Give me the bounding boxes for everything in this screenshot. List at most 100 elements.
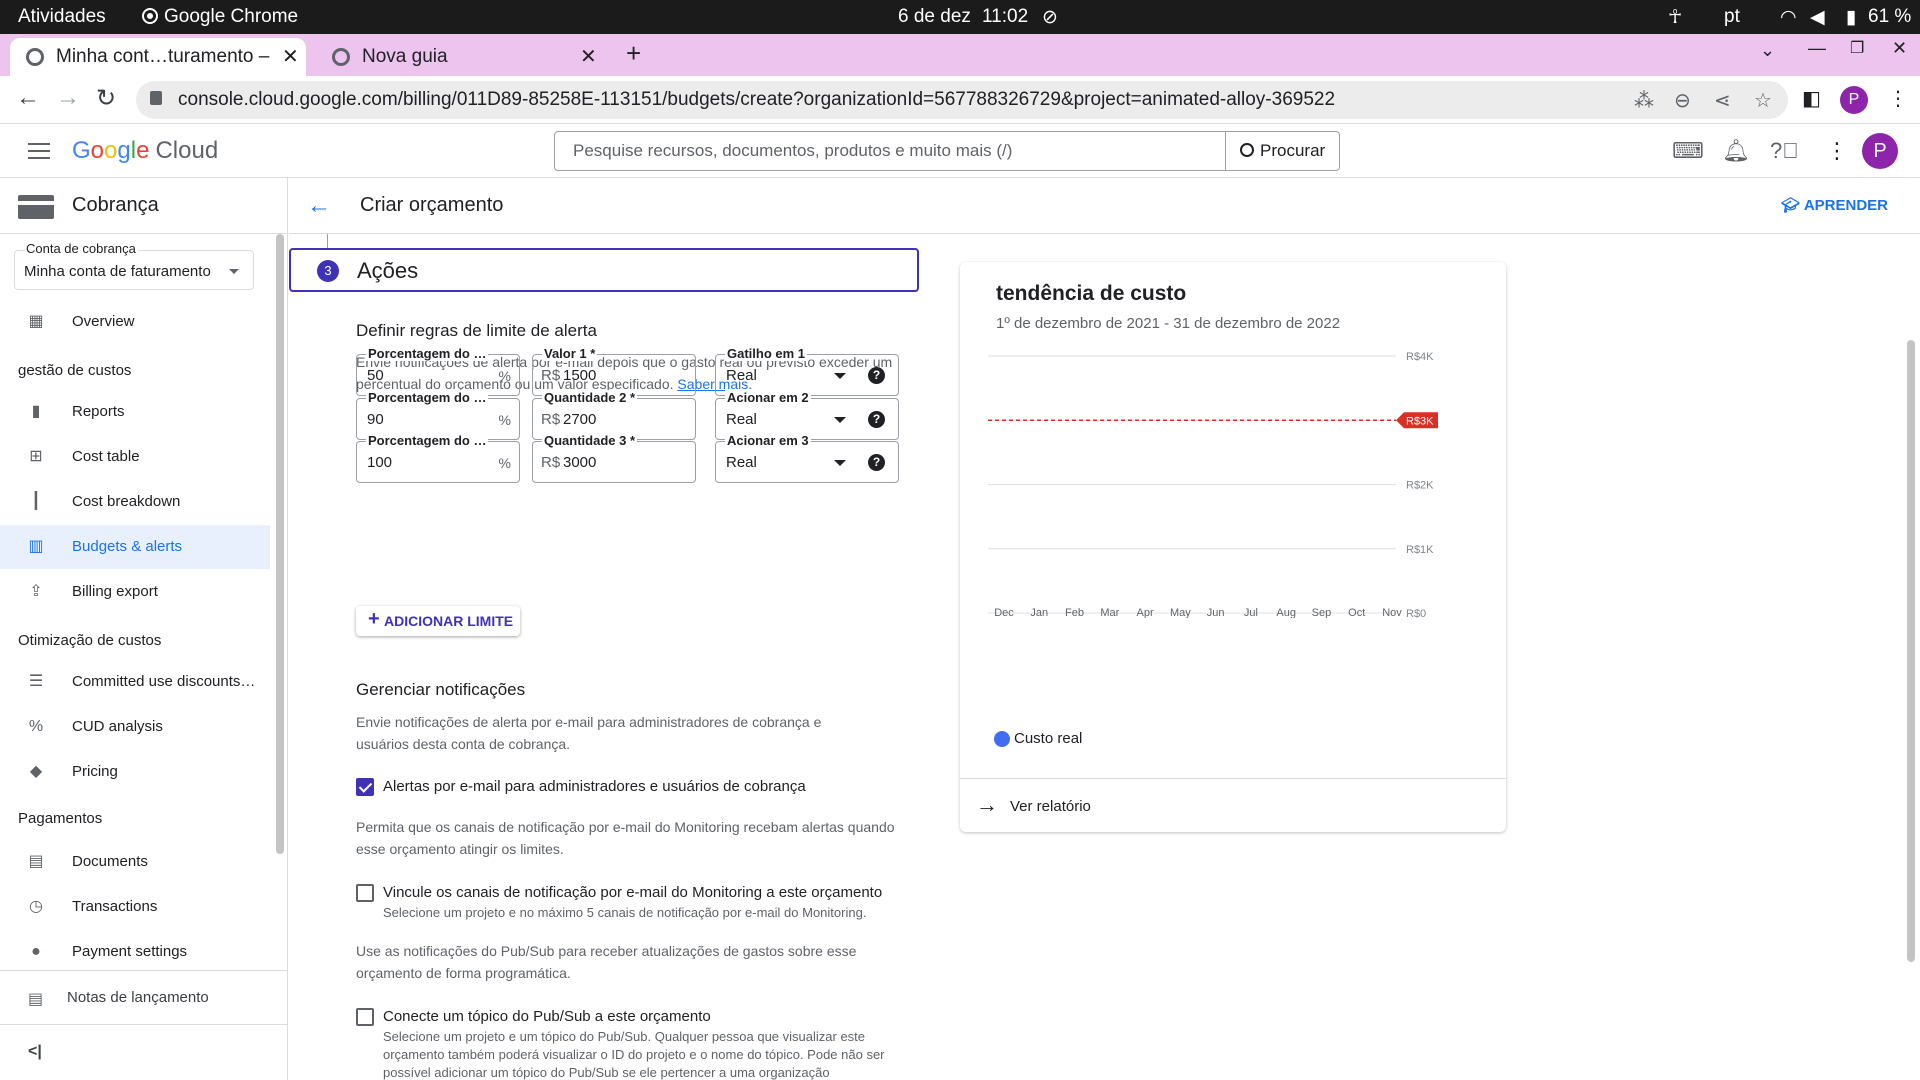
- share-icon[interactable]: ⋖: [1714, 88, 1731, 113]
- percent-suffix: %: [498, 368, 511, 384]
- notes-icon: ▤: [28, 991, 44, 1008]
- close-window-icon[interactable]: ✕: [1892, 38, 1907, 59]
- url-text[interactable]: console.cloud.google.com/billing/011D89-…: [178, 89, 1335, 111]
- threshold-percent-value[interactable]: 90: [367, 411, 384, 428]
- sidebar-item-reports[interactable]: ▮ Reports: [0, 390, 270, 434]
- alert-rules-title: Definir regras de limite de alerta: [356, 321, 597, 340]
- sidebar-item-documents[interactable]: ▤ Documents: [0, 840, 270, 884]
- sidebar-item-label: Cost table: [72, 448, 140, 465]
- sidebar-item-cud-analysis[interactable]: % CUD analysis: [0, 705, 270, 749]
- dropdown-arrow-icon[interactable]: [834, 373, 846, 379]
- app-name[interactable]: Google Chrome: [164, 6, 298, 28]
- threshold-amount-value[interactable]: 1500: [563, 367, 596, 384]
- battery-icon[interactable]: ▮: [1846, 6, 1856, 29]
- pubsub-checkbox[interactable]: [356, 1008, 374, 1026]
- billing-account-select[interactable]: Conta de cobrança Minha conta de faturam…: [14, 241, 254, 290]
- profile-avatar[interactable]: P: [1840, 86, 1868, 114]
- restore-icon[interactable]: ❐: [1850, 38, 1864, 58]
- sidebar-item-committed-use[interactable]: ☰ Committed use discounts…: [0, 660, 270, 704]
- main-scrollbar[interactable]: [1907, 340, 1915, 962]
- google-cloud-logo[interactable]: Google Cloud: [72, 137, 218, 165]
- billing-card-icon: [18, 195, 54, 219]
- view-report-link[interactable]: Ver relatório: [1010, 798, 1091, 815]
- manage-notifications-title: Gerenciar notificações: [356, 680, 526, 699]
- sidebar-item-overview[interactable]: ▦ Overview: [0, 300, 270, 344]
- add-threshold-label: ADICIONAR LIMITE: [384, 613, 514, 629]
- help-icon[interactable]: ?⃝: [1770, 138, 1799, 164]
- reload-icon[interactable]: ↻: [96, 84, 116, 113]
- sidebar-item-transactions[interactable]: ◷ Transactions: [0, 885, 270, 929]
- help-circle-icon[interactable]: ?: [868, 367, 885, 384]
- bookmark-star-icon[interactable]: ☆: [1754, 88, 1772, 113]
- dashboard-icon: ▦: [28, 313, 44, 330]
- menu-icon[interactable]: [28, 143, 50, 159]
- sidebar-item-label: Cost breakdown: [72, 493, 181, 510]
- step-actions-header[interactable]: 3 Ações: [289, 248, 919, 292]
- omnibox[interactable]: console.cloud.google.com/billing/011D89-…: [136, 81, 1788, 119]
- sidebar-item-payment-settings[interactable]: ● Payment settings: [0, 930, 270, 970]
- budget-line-label: R$3K: [1406, 415, 1434, 427]
- sidebar-item-budgets-alerts[interactable]: ▥ Budgets & alerts: [0, 525, 270, 569]
- activities-button[interactable]: Atividades: [18, 6, 106, 28]
- sidebar-item-label: CUD analysis: [72, 718, 163, 735]
- sidebar-item-billing-export[interactable]: ⇪ Billing export: [0, 570, 270, 614]
- pubsub-label[interactable]: Conecte um tópico do Pub/Sub a este orça…: [383, 1008, 711, 1025]
- close-tab-icon[interactable]: ✕: [282, 44, 299, 69]
- minimize-icon[interactable]: —: [1808, 38, 1826, 59]
- threshold-percent-value[interactable]: 50: [367, 367, 384, 384]
- dropdown-arrow-icon[interactable]: [834, 417, 846, 423]
- tab-search-icon[interactable]: ⌄: [1760, 40, 1775, 61]
- language-indicator[interactable]: pt: [1724, 6, 1740, 28]
- threshold-percent-value[interactable]: 100: [367, 454, 392, 471]
- chrome-menu-icon[interactable]: ⋮: [1888, 86, 1908, 111]
- threshold-amount-value[interactable]: 3000: [563, 454, 596, 471]
- tab-billing[interactable]: Minha cont…turamento – ✕: [10, 38, 306, 76]
- accessibility-icon[interactable]: ☥: [1668, 6, 1682, 29]
- date-label[interactable]: 6 de dez: [898, 6, 971, 28]
- threshold-trigger-select[interactable]: Acionar em 3 Real ?: [715, 433, 899, 483]
- forward-icon[interactable]: →: [56, 84, 80, 112]
- lock-icon[interactable]: [150, 91, 162, 105]
- help-circle-icon[interactable]: ?: [868, 411, 885, 428]
- dropdown-arrow-icon[interactable]: [834, 460, 846, 466]
- threshold-percent-field[interactable]: Porcentagem do … 100 %: [356, 433, 520, 483]
- sidebar-item-cost-breakdown[interactable]: ┃ Cost breakdown: [0, 480, 270, 524]
- back-icon[interactable]: ←: [16, 84, 40, 112]
- release-notes-link[interactable]: ▤ Notas de lançamento: [0, 970, 288, 1024]
- learn-button[interactable]: 🎓︎ APRENDER: [1781, 196, 1888, 214]
- tab-new[interactable]: Nova guia ✕: [316, 38, 612, 76]
- sidebar-scrollbar[interactable]: [276, 234, 284, 854]
- zoom-icon[interactable]: ⊖: [1674, 88, 1691, 113]
- collapse-sidebar-button[interactable]: <|: [0, 1024, 288, 1080]
- email-alerts-checkbox[interactable]: [356, 778, 374, 796]
- sidebar-item-cost-table[interactable]: ⊞ Cost table: [0, 435, 270, 479]
- search-button[interactable]: Procurar: [1225, 131, 1340, 171]
- notifications-bell-icon[interactable]: 🔔︎: [1722, 138, 1750, 164]
- threshold-percent-label: Porcentagem do …: [366, 433, 489, 448]
- help-circle-icon[interactable]: ?: [868, 454, 885, 471]
- account-avatar[interactable]: P: [1862, 133, 1898, 169]
- translate-icon[interactable]: ⁂: [1634, 88, 1654, 113]
- threshold-amount-field[interactable]: Quantidade 3 * R$ 3000: [532, 433, 696, 483]
- wifi-icon[interactable]: ◠: [1780, 6, 1797, 29]
- search-input[interactable]: Pesquise recursos, documentos, produtos …: [554, 131, 1340, 171]
- monitoring-checkbox[interactable]: [356, 884, 374, 902]
- side-panel-icon[interactable]: ◧: [1802, 86, 1821, 111]
- email-alerts-label[interactable]: Alertas por e-mail para administradores …: [383, 778, 806, 795]
- time-label[interactable]: 11:02: [982, 6, 1028, 28]
- close-tab-icon[interactable]: ✕: [580, 44, 597, 69]
- back-arrow-icon[interactable]: ←: [307, 192, 331, 220]
- more-options-icon[interactable]: ⋮: [1826, 138, 1848, 164]
- cloud-shell-icon[interactable]: ⌨: [1672, 138, 1704, 164]
- new-tab-icon[interactable]: +: [626, 38, 641, 69]
- sidebar-item-pricing[interactable]: ◆ Pricing: [0, 750, 270, 794]
- add-threshold-button[interactable]: + ADICIONAR LIMITE: [356, 606, 520, 636]
- arrow-right-icon[interactable]: →: [976, 792, 998, 818]
- sidebar-item-label: Pricing: [72, 763, 118, 780]
- monitoring-label[interactable]: Vincule os canais de notificação por e-m…: [383, 884, 882, 901]
- y-tick-label: R$0: [1406, 608, 1426, 618]
- percent-suffix: %: [498, 412, 511, 428]
- volume-icon[interactable]: ◀: [1810, 6, 1825, 29]
- tab-title: Nova guia: [362, 46, 448, 67]
- threshold-amount-value[interactable]: 2700: [563, 411, 596, 428]
